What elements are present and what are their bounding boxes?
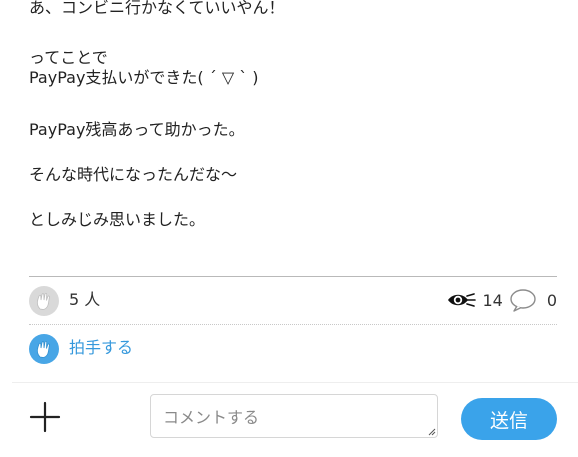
comment-input[interactable] — [150, 394, 438, 438]
dotted-divider — [29, 324, 557, 325]
applause-label: 拍手する — [69, 338, 134, 357]
post-paragraph: としみじみ思いました。 — [29, 210, 206, 229]
plus-icon — [29, 401, 61, 433]
composer-separator — [12, 382, 578, 383]
send-button[interactable]: 送信 — [461, 398, 557, 440]
speech-bubble-icon — [509, 288, 537, 312]
comment-count: 0 — [546, 290, 557, 310]
post-paragraph: ってことで — [29, 48, 108, 67]
post-divider — [29, 276, 557, 277]
post-paragraph: そんな時代になったんだな〜 — [29, 165, 238, 184]
post-paragraph: あ、コンビニ行かなくていいやん！ — [29, 0, 285, 17]
post-paragraph: PayPay支払いができた( ´ ▽ ` ) — [29, 68, 259, 87]
eye-icon — [446, 290, 477, 310]
post-paragraph: PayPay残高あって助かった。 — [29, 120, 245, 139]
view-count: 14 — [482, 290, 503, 310]
stats-row: 5 人 14 0 — [29, 284, 557, 316]
clap-hands-icon — [29, 286, 59, 316]
applause-button[interactable]: 拍手する — [29, 332, 229, 364]
engagement-stats: 14 0 — [446, 288, 557, 312]
resize-grip-icon[interactable] — [428, 428, 436, 436]
clap-count: 5 人 — [69, 290, 101, 309]
add-button[interactable] — [28, 400, 62, 434]
clap-hands-icon — [29, 334, 59, 364]
